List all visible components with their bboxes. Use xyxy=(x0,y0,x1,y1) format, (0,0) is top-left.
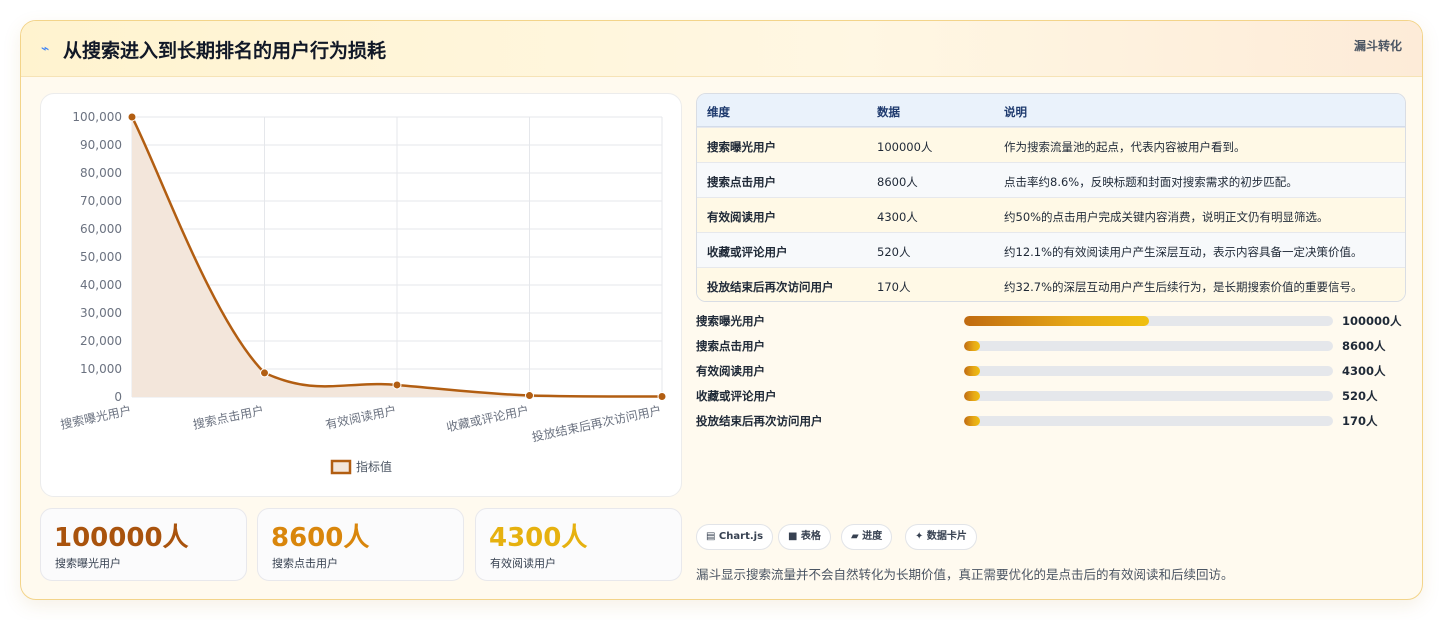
summary-note: 漏斗显示搜索流量并不会自然转化为长期价值，真正需要优化的是点击后的有效阅读和后续… xyxy=(696,567,1234,582)
table-row: 收藏或评论用户 520人 约12.1%的有效阅读用户产生深层互动，表示内容具备一… xyxy=(697,232,1405,267)
stat-card-read: 4300人 有效阅读用户 xyxy=(475,508,682,581)
progress-track xyxy=(964,391,1333,401)
table-cell-description: 约50%的点击用户完成关键内容消费，说明正文仍有明显筛选。 xyxy=(1004,210,1329,224)
y-tick-label: 90,000 xyxy=(80,138,122,152)
progress-track xyxy=(964,316,1333,326)
x-tick-label: 搜索点击用户 xyxy=(192,402,266,432)
data-point xyxy=(260,368,269,378)
stat-label: 搜索点击用户 xyxy=(272,557,338,570)
legend-label: 指标值 xyxy=(356,459,392,474)
stat-label: 搜索曝光用户 xyxy=(55,557,121,570)
progress-value: 520人 xyxy=(1342,389,1378,403)
chart-canvas: 100,000 90,000 80,000 70,000 60,000 50,000 40,… xyxy=(59,110,667,475)
table-header-dimension: 维度 xyxy=(707,105,730,119)
progress-row-collect: 收藏或评论用户 520人 xyxy=(696,386,1406,406)
legend-swatch xyxy=(330,459,352,475)
chip-chartjs[interactable]: ▤ Chart.js xyxy=(696,524,774,550)
stat-value: 8600人 xyxy=(271,523,370,553)
y-tick-label: 100,000 xyxy=(72,110,122,124)
y-tick-label: 50,000 xyxy=(80,250,122,264)
chip-progress[interactable]: ▰ 进度 xyxy=(841,524,893,550)
progress-value: 8600人 xyxy=(1342,339,1386,353)
progress-track xyxy=(964,366,1333,376)
table-cell-data: 8600人 xyxy=(877,175,918,189)
stat-card-click: 8600人 搜索点击用户 xyxy=(257,508,464,581)
progress-fill xyxy=(964,391,980,401)
table-row: 搜索点击用户 8600人 点击率约8.6%，反映标题和封面对搜索需求的初步匹配。 xyxy=(697,162,1405,197)
stat-value: 4300人 xyxy=(489,523,588,553)
progress-fill xyxy=(964,366,980,376)
chip-table[interactable]: ■ 表格 xyxy=(778,524,831,550)
progress-label: 投放结束后再次访问用户 xyxy=(696,414,823,428)
x-tick-label: 收藏或评论用户 xyxy=(445,402,530,434)
card-header: ⌁ 从搜索进入到长期排名的用户行为损耗 漏斗转化 xyxy=(21,21,1422,77)
progress-label: 有效阅读用户 xyxy=(696,364,765,378)
table-header-data: 数据 xyxy=(877,105,900,119)
progress-value: 4300人 xyxy=(1342,364,1386,378)
data-point xyxy=(392,380,402,390)
table-row: 搜索曝光用户 100000人 作为搜索流量池的起点，代表内容被用户看到。 xyxy=(697,127,1405,162)
stat-value: 100000人 xyxy=(54,523,189,553)
stat-card-exposure: 100000人 搜索曝光用户 xyxy=(40,508,247,581)
table-cell-dimension: 有效阅读用户 xyxy=(707,210,776,224)
progress-value: 170人 xyxy=(1342,414,1378,428)
y-tick-label: 40,000 xyxy=(80,278,122,292)
table-cell-dimension: 搜索曝光用户 xyxy=(707,140,776,154)
progress-track xyxy=(964,416,1333,426)
data-point xyxy=(657,392,667,402)
progress-track xyxy=(964,341,1333,351)
flash-icon: ⌁ xyxy=(41,41,50,57)
funnel-card: ⌁ 从搜索进入到长期排名的用户行为损耗 漏斗转化 100,000 90,000 80… xyxy=(20,20,1423,600)
y-tick-label: 80,000 xyxy=(80,166,122,180)
y-tick-label: 10,000 xyxy=(80,362,122,376)
progress-row-click: 搜索点击用户 8600人 xyxy=(696,336,1406,356)
table-row: 投放结束后再次访问用户 170人 约32.7%的深层互动用户产生后续行为，是长期… xyxy=(697,267,1405,301)
progress-fill xyxy=(964,416,980,426)
funnel-chart: 100,000 90,000 80,000 70,000 60,000 50,000 40,… xyxy=(40,93,682,497)
x-tick-label: 搜索曝光用户 xyxy=(59,402,133,432)
progress-value: 100000人 xyxy=(1342,314,1402,328)
data-point xyxy=(127,112,137,122)
y-tick-label: 60,000 xyxy=(80,222,122,236)
page-title: 从搜索进入到长期排名的用户行为损耗 xyxy=(63,40,387,62)
progress-fill xyxy=(964,316,1149,326)
table-cell-data: 100000人 xyxy=(877,140,933,154)
table-cell-data: 4300人 xyxy=(877,210,918,224)
table-cell-description: 作为搜索流量池的起点，代表内容被用户看到。 xyxy=(1004,140,1246,154)
x-tick-label: 有效阅读用户 xyxy=(324,402,398,432)
table-cell-data: 520人 xyxy=(877,245,911,259)
table-header-row: 维度 数据 说明 xyxy=(697,94,1405,127)
stat-label: 有效阅读用户 xyxy=(490,557,556,570)
table-row: 有效阅读用户 4300人 约50%的点击用户完成关键内容消费，说明正文仍有明显筛… xyxy=(697,197,1405,232)
table-cell-dimension: 投放结束后再次访问用户 xyxy=(707,280,834,294)
table-cell-description: 点击率约8.6%，反映标题和封面对搜索需求的初步匹配。 xyxy=(1004,175,1298,189)
table-cell-dimension: 搜索点击用户 xyxy=(707,175,776,189)
progress-row-revisit: 投放结束后再次访问用户 170人 xyxy=(696,411,1406,431)
chip-data-card[interactable]: ✦ 数据卡片 xyxy=(905,524,977,550)
progress-row-exposure: 搜索曝光用户 100000人 xyxy=(696,311,1406,331)
x-tick-label: 投放结束后再次访问用户 xyxy=(530,402,662,444)
progress-label: 搜索点击用户 xyxy=(696,339,765,353)
y-tick-label: 20,000 xyxy=(80,334,122,348)
category-tag: 漏斗转化 xyxy=(1353,39,1402,53)
table-cell-dimension: 收藏或评论用户 xyxy=(707,245,788,259)
table-cell-description: 约32.7%的深层互动用户产生后续行为，是长期搜索价值的重要信号。 xyxy=(1004,280,1363,294)
table-cell-data: 170人 xyxy=(877,280,911,294)
data-table: 维度 数据 说明 搜索曝光用户 100000人 作为搜索流量池的起点，代表内容被… xyxy=(696,93,1406,302)
progress-label: 搜索曝光用户 xyxy=(696,314,765,328)
y-tick-label: 30,000 xyxy=(80,306,122,320)
data-point xyxy=(525,391,534,401)
table-cell-description: 约12.1%的有效阅读用户产生深层互动，表示内容具备一定决策价值。 xyxy=(1004,245,1363,259)
y-tick-label: 0 xyxy=(114,390,122,404)
progress-fill xyxy=(964,341,980,351)
y-tick-label: 70,000 xyxy=(80,194,122,208)
table-header-description: 说明 xyxy=(1004,105,1027,119)
progress-row-read: 有效阅读用户 4300人 xyxy=(696,361,1406,381)
progress-label: 收藏或评论用户 xyxy=(696,389,777,403)
